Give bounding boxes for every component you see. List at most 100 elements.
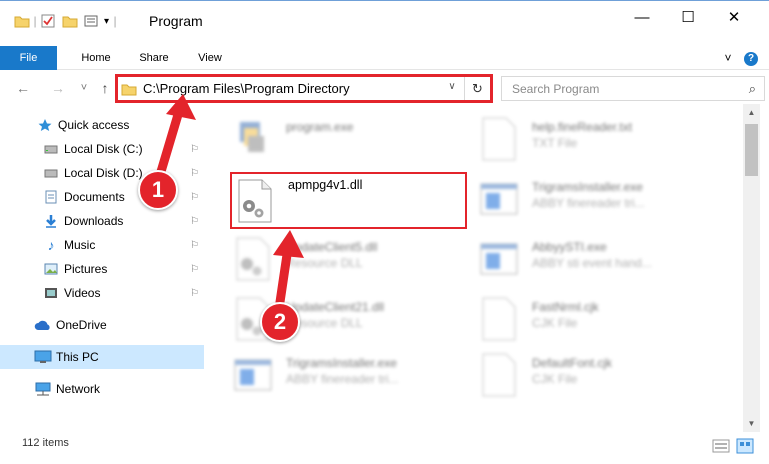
file-description: ABBY finereader tri... bbox=[532, 196, 645, 210]
file-description: TXT File bbox=[532, 136, 578, 150]
customize-icon[interactable] bbox=[84, 14, 102, 28]
sidebar-item-label: Pictures bbox=[64, 262, 108, 276]
exe-file-icon bbox=[240, 122, 264, 152]
details-view-icon[interactable] bbox=[712, 438, 730, 454]
sidebar-item-music[interactable]: ♪ Music ⚐ bbox=[0, 233, 204, 257]
star-icon bbox=[36, 117, 54, 133]
sidebar-item-network[interactable]: Network bbox=[0, 377, 204, 401]
scrollbar-thumb[interactable] bbox=[745, 124, 758, 176]
file-name: DefaultFont.cjk bbox=[532, 356, 613, 370]
large-icons-view-icon[interactable] bbox=[736, 438, 754, 454]
sidebar-item-label: OneDrive bbox=[56, 318, 107, 332]
separator: | bbox=[113, 14, 117, 28]
file-description: ABBY finereader tri... bbox=[286, 372, 399, 386]
dll-file-icon bbox=[236, 237, 270, 281]
file-name: TrigramsInstaller.exe bbox=[532, 180, 643, 194]
up-button[interactable]: ↑ bbox=[95, 78, 115, 98]
drive-icon bbox=[42, 165, 60, 181]
sidebar-item-pictures[interactable]: Pictures ⚐ bbox=[0, 257, 204, 281]
drive-icon bbox=[42, 141, 60, 157]
scroll-up-icon[interactable]: ▲ bbox=[743, 104, 760, 121]
pin-icon: ⚐ bbox=[190, 191, 199, 203]
sidebar-item-label: Quick access bbox=[58, 118, 130, 132]
file-name: AbbyySTI.exe bbox=[532, 240, 607, 254]
pin-icon: ⚐ bbox=[190, 167, 199, 179]
forward-button[interactable]: → bbox=[48, 78, 68, 98]
file-name: FastNrml.cjk bbox=[532, 300, 599, 314]
address-row: ← → ˅ ↑ C:\Program Files\Program Directo… bbox=[0, 72, 769, 104]
sidebar-item-this-pc[interactable]: This PC bbox=[0, 345, 204, 369]
sidebar-item-quick-access[interactable]: Quick access bbox=[0, 113, 204, 137]
title-bar: | ▾ | Program — ☐ ✕ bbox=[0, 0, 769, 40]
tab-home[interactable]: Home bbox=[70, 46, 122, 70]
videos-icon bbox=[42, 285, 60, 301]
sidebar-item-label: Downloads bbox=[64, 214, 124, 228]
step-2-badge: 2 bbox=[260, 302, 300, 342]
sidebar-item-onedrive[interactable]: OneDrive bbox=[0, 313, 204, 337]
folder-icon[interactable] bbox=[14, 14, 30, 28]
vertical-scrollbar[interactable]: ▲ ▼ bbox=[743, 104, 760, 432]
address-bar[interactable]: C:\Program Files\Program Directory ∨ ↻ bbox=[115, 74, 493, 103]
recent-locations-button[interactable]: ˅ bbox=[74, 78, 94, 98]
file-description: CJK File bbox=[532, 372, 578, 386]
new-folder-icon[interactable] bbox=[62, 14, 78, 28]
file-highlight-box bbox=[230, 172, 467, 229]
minimize-button[interactable]: — bbox=[619, 1, 665, 33]
file-description: ABBY sti event hand... bbox=[532, 256, 652, 270]
minimize-icon: — bbox=[634, 8, 650, 26]
sidebar-item-label: Music bbox=[64, 238, 96, 252]
pin-icon: ⚐ bbox=[190, 239, 199, 251]
ribbon: File Home Share View ˅ ? bbox=[0, 46, 769, 70]
sidebar-item-label: This PC bbox=[56, 350, 99, 364]
maximize-button[interactable]: ☐ bbox=[665, 1, 711, 33]
generic-file-icon bbox=[482, 297, 516, 341]
downloads-icon bbox=[42, 213, 60, 229]
window-title: Program bbox=[149, 13, 203, 29]
generic-file-icon bbox=[482, 353, 516, 397]
file-item[interactable]: TrigramsInstaller.exe ABBY finereader tr… bbox=[476, 172, 716, 228]
file-item[interactable]: AbbyySTI.exe ABBY sti event hand... bbox=[476, 232, 716, 288]
sidebar-item-label: Network bbox=[56, 382, 101, 396]
folder-icon bbox=[121, 84, 137, 95]
sidebar-item-downloads[interactable]: Downloads ⚐ bbox=[0, 209, 204, 233]
item-count: 112 items bbox=[22, 437, 69, 449]
close-icon: ✕ bbox=[727, 9, 741, 26]
file-item[interactable]: TrigramsInstaller.exe ABBY finereader tr… bbox=[230, 348, 470, 404]
file-item[interactable]: FastNrml.cjk CJK File bbox=[476, 292, 716, 348]
file-item[interactable]: DefaultFont.cjk CJK File bbox=[476, 348, 716, 404]
address-path[interactable]: C:\Program Files\Program Directory bbox=[143, 81, 350, 96]
sidebar-item-label: Documents bbox=[64, 190, 125, 204]
file-item[interactable]: UpdateClient5.dll Resource DLL bbox=[230, 232, 470, 288]
step-1-badge: 1 bbox=[138, 170, 178, 210]
sidebar-item-local-disk-c[interactable]: Local Disk (C:) ⚐ bbox=[0, 137, 204, 161]
address-dropdown-icon[interactable]: ∨ bbox=[444, 81, 460, 92]
installer-file-icon bbox=[234, 359, 272, 391]
pin-icon: ⚐ bbox=[190, 143, 199, 155]
properties-icon[interactable] bbox=[40, 13, 56, 29]
help-button[interactable]: ? bbox=[742, 46, 760, 70]
search-icon[interactable]: ⌕ bbox=[749, 81, 756, 97]
expand-ribbon-icon[interactable]: ˅ bbox=[720, 46, 736, 70]
close-button[interactable]: ✕ bbox=[711, 1, 757, 33]
sidebar-item-videos[interactable]: Videos ⚐ bbox=[0, 281, 204, 305]
scroll-down-icon[interactable]: ▼ bbox=[743, 415, 760, 432]
file-item[interactable]: help.fineReader.txt TXT File bbox=[476, 112, 716, 168]
pin-icon: ⚐ bbox=[190, 287, 199, 299]
tab-file[interactable]: File bbox=[0, 46, 57, 70]
pin-icon: ⚐ bbox=[190, 215, 199, 227]
search-input[interactable]: Search Program ⌕ bbox=[501, 76, 765, 101]
text-file-icon bbox=[482, 117, 516, 161]
pin-icon: ⚐ bbox=[190, 263, 199, 275]
pictures-icon bbox=[42, 261, 60, 277]
search-placeholder: Search Program bbox=[512, 82, 600, 96]
refresh-button[interactable]: ↻ bbox=[464, 77, 490, 100]
sidebar-item-label: Videos bbox=[64, 286, 101, 300]
tab-view[interactable]: View bbox=[186, 46, 234, 70]
back-button[interactable]: ← bbox=[13, 78, 33, 98]
file-item[interactable]: program.exe bbox=[230, 112, 470, 168]
tab-share[interactable]: Share bbox=[128, 46, 180, 70]
separator: | bbox=[33, 14, 37, 28]
navigation-pane: Quick access Local Disk (C:) ⚐ Local Dis… bbox=[0, 104, 204, 432]
file-list: program.exe apmpg4v1.dll UpdateClient5.d… bbox=[208, 104, 743, 432]
sidebar-item-label: Local Disk (C:) bbox=[64, 142, 143, 156]
